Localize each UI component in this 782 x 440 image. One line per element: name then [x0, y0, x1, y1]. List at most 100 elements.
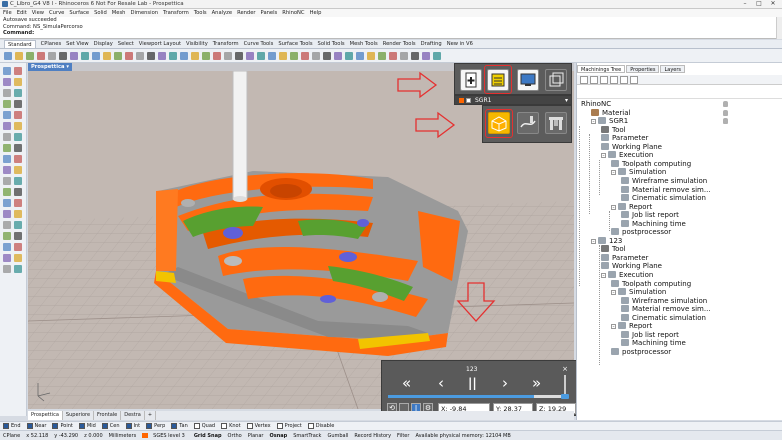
options-icon[interactable]: [378, 52, 386, 60]
toolbar-tab-select[interactable]: Select: [118, 40, 134, 48]
lightbulb-icon[interactable]: [723, 118, 728, 125]
osnap-end[interactable]: End: [3, 422, 21, 430]
zoom-window-icon[interactable]: [147, 52, 155, 60]
toolbar-tab-visibility[interactable]: Visibility: [186, 40, 208, 48]
toolbar-tab-transform[interactable]: Transform: [213, 40, 239, 48]
move-icon[interactable]: [3, 199, 11, 207]
menu-item-panels[interactable]: Panels: [261, 9, 278, 17]
osnap-mid[interactable]: Mid: [79, 422, 96, 430]
osnap-cen[interactable]: Cen: [102, 422, 120, 430]
status-toggle-ortho[interactable]: Ortho: [225, 431, 245, 440]
toolbar-tab-solid-tools[interactable]: Solid Tools: [318, 40, 345, 48]
project-icon[interactable]: [3, 243, 11, 251]
panel-tab-layers[interactable]: Layers: [660, 65, 686, 73]
tree-collapse-toggle[interactable]: –: [611, 290, 616, 296]
menu-item-tools[interactable]: Tools: [194, 9, 207, 17]
osnap-quad[interactable]: Quad: [194, 422, 215, 430]
freeform-icon[interactable]: [14, 111, 22, 119]
menu-item-render[interactable]: Render: [237, 9, 255, 17]
osnap-icon[interactable]: [356, 52, 364, 60]
step-forward-button[interactable]: ›: [502, 375, 508, 391]
rotate-view-icon[interactable]: [125, 52, 133, 60]
menu-item-view[interactable]: View: [32, 9, 44, 17]
save-icon[interactable]: [26, 52, 34, 60]
machine-setup-button[interactable]: [545, 112, 567, 134]
tree-filter-icon[interactable]: [620, 76, 628, 84]
mesh-icon[interactable]: [312, 52, 320, 60]
tree-collapse-toggle[interactable]: –: [601, 273, 606, 278]
toolpath-button[interactable]: [517, 112, 539, 134]
trim-icon[interactable]: [3, 177, 11, 185]
rectangle-icon[interactable]: [14, 100, 22, 108]
toolbar-tab-display[interactable]: Display: [94, 40, 113, 48]
extrude-icon[interactable]: [14, 122, 22, 130]
osnap-int[interactable]: Int: [126, 422, 141, 430]
four-views-icon[interactable]: [191, 52, 199, 60]
properties-icon[interactable]: [224, 52, 232, 60]
text-icon[interactable]: [433, 52, 441, 60]
rotate-icon[interactable]: [3, 210, 11, 218]
panel-tab-properties[interactable]: Properties: [626, 65, 660, 73]
osnap-perp[interactable]: Perp: [146, 422, 165, 430]
toolbar-tab-mesh-tools[interactable]: Mesh Tools: [350, 40, 378, 48]
menu-item-solid[interactable]: Solid: [94, 9, 107, 17]
menu-item-transform[interactable]: Transform: [163, 9, 189, 17]
toolbar-tab-standard[interactable]: Standard: [4, 40, 36, 48]
show-icon[interactable]: [246, 52, 254, 60]
rewind-button[interactable]: «: [402, 375, 411, 391]
zoom-selected-icon[interactable]: [169, 52, 177, 60]
material-icon[interactable]: [290, 52, 298, 60]
toolbar-tab-viewport-layout[interactable]: Viewport Layout: [139, 40, 181, 48]
osnap-near[interactable]: Near: [27, 422, 47, 430]
hide-icon[interactable]: [235, 52, 243, 60]
speed-slider-handle[interactable]: [561, 394, 569, 399]
step-back-button[interactable]: ‹: [438, 375, 444, 391]
toolbar-tab-render-tools[interactable]: Render Tools: [383, 40, 416, 48]
line-icon[interactable]: [14, 67, 22, 75]
lightbulb-icon[interactable]: [723, 109, 728, 116]
select-points-icon[interactable]: [3, 67, 11, 75]
sun-icon[interactable]: [323, 52, 331, 60]
lightbulb-icon[interactable]: [723, 101, 728, 107]
viewport-title[interactable]: Prospettica ▾: [28, 63, 72, 71]
hatch-icon[interactable]: [14, 254, 22, 262]
status-toggle-osnap[interactable]: Osnap: [266, 431, 290, 440]
command-scrollbar[interactable]: [776, 17, 782, 39]
status-toggle-planar[interactable]: Planar: [245, 431, 267, 440]
status-toggle-record-history[interactable]: Record History: [351, 431, 394, 440]
render-icon[interactable]: [14, 265, 22, 273]
chamfer-icon[interactable]: [14, 166, 22, 174]
explode-icon[interactable]: [14, 188, 22, 196]
cplane-icon[interactable]: [202, 52, 210, 60]
menu-item-dimension[interactable]: Dimension: [130, 9, 158, 17]
status-toggle-gumball[interactable]: Gumball: [324, 431, 351, 440]
join-icon[interactable]: [3, 188, 11, 196]
simulation-progress-track[interactable]: [388, 395, 564, 398]
zoom-extents-icon[interactable]: [158, 52, 166, 60]
copy-icon[interactable]: [70, 52, 78, 60]
toolbar-tab-drafting[interactable]: Drafting: [421, 40, 442, 48]
mirror-icon[interactable]: [3, 221, 11, 229]
redo-icon[interactable]: [103, 52, 111, 60]
chevron-down-icon[interactable]: ▾: [565, 96, 568, 105]
viewport-tab-destra[interactable]: Destra: [121, 411, 145, 420]
toolbar-tab-curve-tools[interactable]: Curve Tools: [244, 40, 274, 48]
fast-forward-button[interactable]: »: [532, 375, 541, 391]
menu-item-file[interactable]: File: [3, 9, 12, 17]
scale-icon[interactable]: [14, 210, 22, 218]
copy-icon[interactable]: [14, 199, 22, 207]
viewport-tab-frontale[interactable]: Frontale: [94, 411, 122, 420]
grid-icon[interactable]: [345, 52, 353, 60]
toolbar-tab-new-in-v6[interactable]: New in V6: [447, 40, 473, 48]
array-icon[interactable]: [14, 221, 22, 229]
tree-collapse-toggle[interactable]: –: [611, 170, 616, 176]
tree-move-down-icon[interactable]: [610, 76, 618, 84]
layers-icon[interactable]: [213, 52, 221, 60]
toolbar-tab-surface-tools[interactable]: Surface Tools: [278, 40, 312, 48]
light-icon[interactable]: [334, 52, 342, 60]
boolean-union-icon[interactable]: [3, 232, 11, 240]
render-icon[interactable]: [301, 52, 309, 60]
pause-button[interactable]: ||: [468, 375, 477, 391]
import-icon[interactable]: [48, 52, 56, 60]
osnap-tan[interactable]: Tan: [171, 422, 187, 430]
